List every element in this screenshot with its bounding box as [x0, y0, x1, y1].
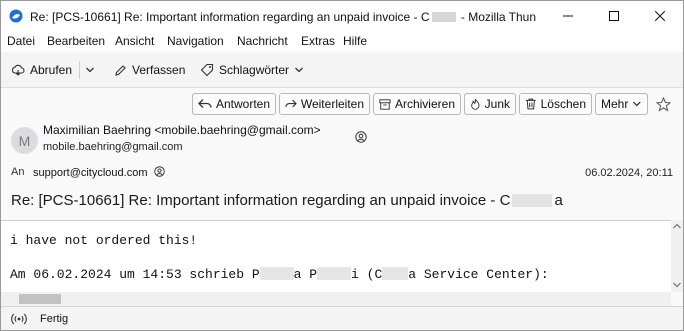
pencil-icon	[115, 64, 126, 76]
redacted-block	[382, 267, 409, 280]
message-header: Antworten Weiterleiten Archivieren Junk …	[1, 88, 683, 219]
from-name[interactable]: Maximilian Baehring <mobile.baehring@gma…	[43, 123, 321, 137]
message-subject: Re: [PCS-10661] Re: Important informatio…	[11, 192, 563, 209]
archive-button[interactable]: Archivieren	[373, 93, 461, 115]
to-label: An	[11, 166, 25, 178]
junk-label: Junk	[484, 97, 510, 111]
chevron-down-icon	[295, 67, 303, 73]
main-toolbar: Abrufen Verfassen Schlagwörter	[1, 53, 683, 88]
from-address: mobile.baehring@gmail.com	[43, 141, 183, 153]
archive-label: Archivieren	[394, 97, 455, 111]
redacted-block	[317, 267, 352, 280]
to-address-text: support@citycloud.com	[33, 167, 148, 179]
redacted-block	[259, 267, 294, 280]
online-status-icon[interactable]	[11, 312, 27, 326]
message-date: 06.02.2024, 20:11	[585, 167, 673, 179]
menu-bar: Datei Bearbeiten Ansicht Navigation Nach…	[1, 31, 683, 51]
menu-extras[interactable]: Extras	[301, 34, 335, 48]
reply-button[interactable]: Antworten	[192, 93, 276, 115]
menu-datei[interactable]: Datei	[7, 34, 35, 48]
flame-icon	[471, 98, 480, 110]
tags-label: Schlagwörter	[219, 63, 290, 77]
get-messages-button[interactable]: Abrufen	[11, 58, 72, 82]
close-window-button[interactable]	[637, 1, 683, 31]
redacted-block	[512, 194, 553, 207]
window-title: Re: [PCS-10661] Re: Important informatio…	[30, 10, 537, 24]
menu-bearbeiten[interactable]: Bearbeiten	[47, 34, 105, 48]
forward-icon	[285, 99, 297, 108]
title-bar: Re: [PCS-10661] Re: Important informatio…	[1, 1, 683, 31]
status-text: Fertig	[40, 313, 69, 325]
scroll-down-icon[interactable]	[673, 282, 681, 288]
compose-label: Verfassen	[132, 63, 186, 77]
forward-label: Weiterleiten	[300, 97, 364, 111]
more-button[interactable]: Mehr	[595, 93, 648, 115]
trash-icon	[525, 98, 536, 110]
tags-button[interactable]: Schlagwörter	[200, 58, 304, 82]
menu-nachricht[interactable]: Nachricht	[237, 34, 288, 48]
archive-icon	[379, 98, 391, 110]
horizontal-scrollbar[interactable]	[1, 292, 671, 306]
reply-label: Antworten	[215, 97, 270, 111]
scrollbar-thumb[interactable]	[19, 294, 61, 304]
contact-icon[interactable]	[355, 131, 367, 143]
cloud-download-icon	[11, 64, 25, 76]
minimize-button[interactable]	[545, 1, 591, 31]
menu-navigation[interactable]: Navigation	[167, 34, 224, 48]
toolbar-separator	[79, 61, 80, 79]
reply-icon	[198, 99, 212, 108]
to-address[interactable]: support@citycloud.com	[33, 166, 165, 179]
star-icon[interactable]	[656, 97, 671, 112]
get-messages-label: Abrufen	[30, 63, 73, 77]
get-messages-dropdown[interactable]	[85, 58, 100, 82]
menu-hilfe[interactable]: Hilfe	[343, 34, 367, 48]
forward-button[interactable]: Weiterleiten	[279, 93, 370, 115]
minimize-icon	[563, 15, 573, 17]
delete-button[interactable]: Löschen	[519, 93, 592, 115]
thunderbird-logo-icon	[9, 9, 23, 23]
more-label: Mehr	[601, 97, 629, 111]
close-icon	[655, 11, 665, 21]
menu-ansicht[interactable]: Ansicht	[115, 34, 154, 48]
chevron-down-icon	[86, 67, 94, 73]
delete-label: Löschen	[540, 97, 586, 111]
maximize-button[interactable]	[591, 1, 637, 31]
tag-icon	[200, 63, 214, 77]
thunderbird-window: Re: [PCS-10661] Re: Important informatio…	[0, 0, 684, 331]
status-bar: Fertig	[1, 306, 683, 330]
vertical-scrollbar[interactable]	[671, 220, 683, 292]
body-quote-line: Am 06.02.2024 um 14:53 schrieb Pa Pi (C a…	[10, 267, 549, 282]
message-body[interactable]: i have not ordered this! Am 06.02.2024 u…	[1, 220, 671, 293]
sender-avatar: M	[11, 127, 38, 154]
contact-icon[interactable]	[153, 166, 165, 177]
scroll-up-icon[interactable]	[673, 223, 681, 229]
body-line: i have not ordered this!	[10, 233, 198, 248]
junk-button[interactable]: Junk	[464, 93, 516, 115]
redacted-block	[431, 12, 456, 22]
chevron-down-icon	[633, 101, 641, 107]
maximize-icon	[609, 11, 619, 21]
compose-button[interactable]: Verfassen	[114, 58, 185, 82]
